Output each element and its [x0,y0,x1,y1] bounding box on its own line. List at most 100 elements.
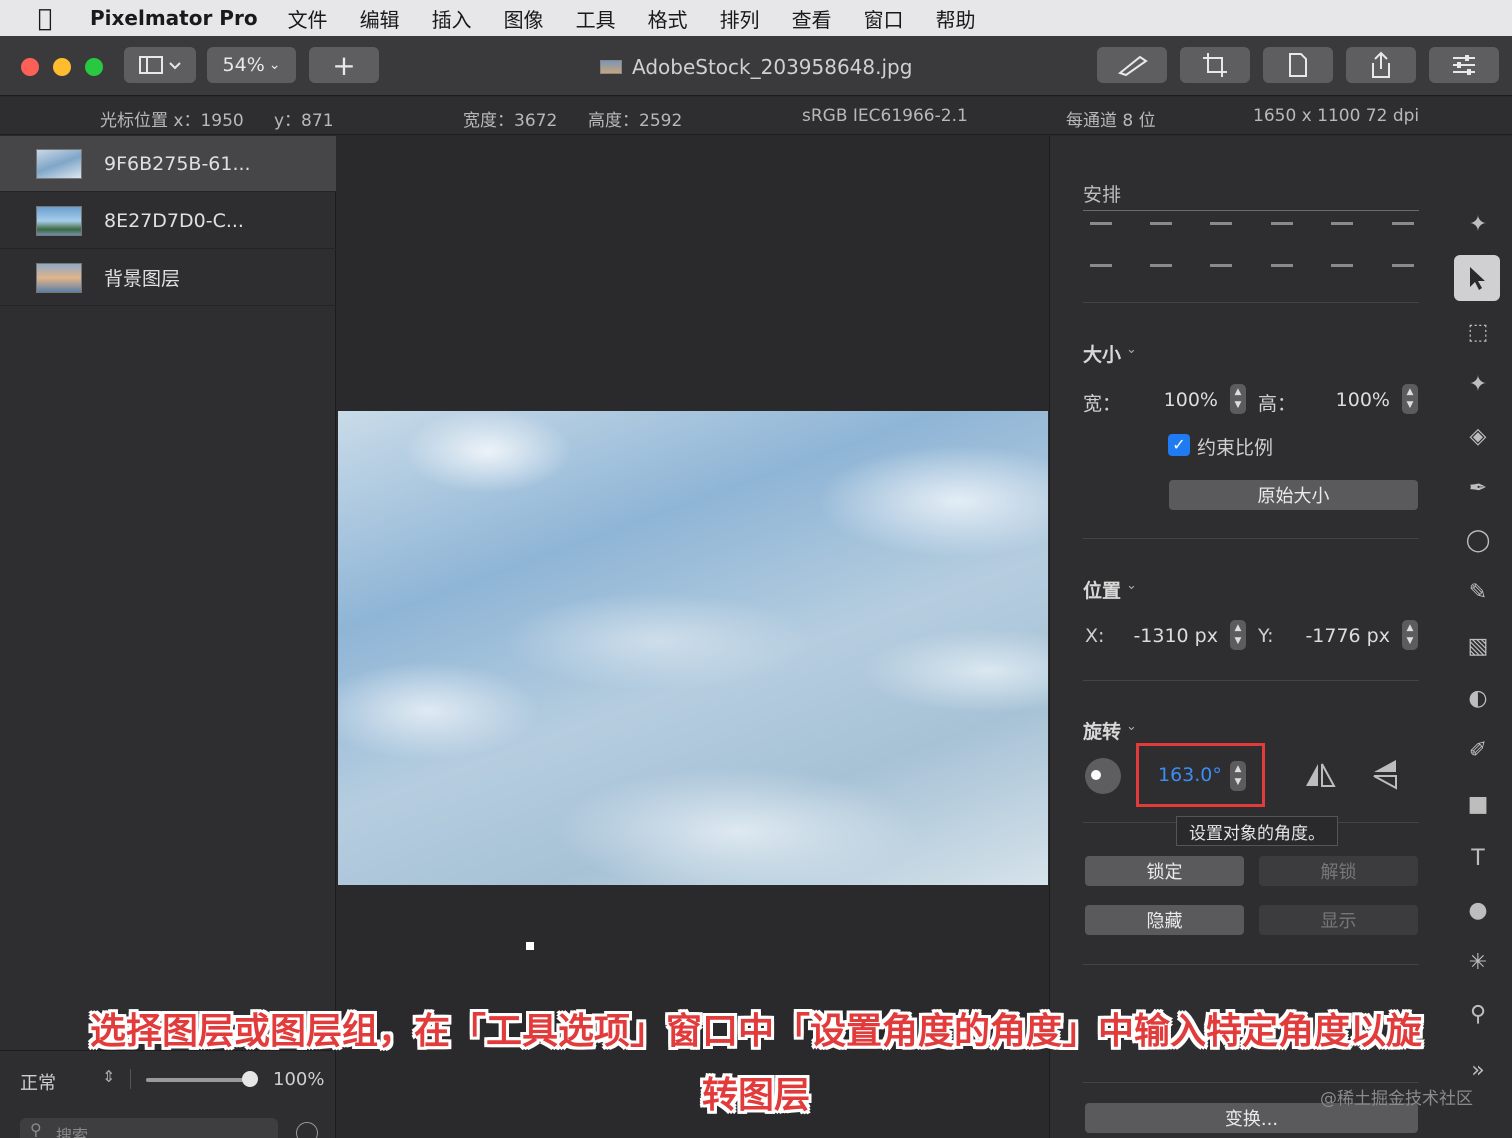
add-button[interactable]: + [309,47,379,83]
paint-tool-icon[interactable]: ✒ [1462,472,1494,504]
distribute-middle-icon[interactable] [1150,264,1172,278]
erase-tool-icon[interactable]: ✎ [1462,576,1494,608]
type-tool-icon[interactable]: T [1462,842,1494,874]
filter-icon[interactable] [296,1122,318,1138]
sidebar-toggle-button[interactable] [124,47,196,83]
height-stepper[interactable]: ▲ ▼ [1402,384,1418,414]
distribute-right-icon[interactable] [1392,264,1414,278]
flip-vertical-icon[interactable] [1370,758,1400,790]
layer-item[interactable]: 9F6B275B-61... [0,136,336,192]
width-field[interactable]: 100% [1140,389,1218,411]
menu-image[interactable]: 图像 [504,4,544,33]
chevron-down-icon[interactable]: ⌄ [1126,342,1137,357]
chevron-down-icon[interactable]: ⌄ [1126,719,1137,734]
align-top-icon[interactable] [1271,222,1293,236]
app-menu[interactable]: Pixelmator Pro [90,6,258,30]
pointer-icon [1470,267,1485,290]
cursor-x: 光标位置 x：1950 [100,111,244,131]
apple-icon[interactable]:  [0,4,90,32]
zoom-dropdown[interactable]: 54% ⌄ [207,47,296,83]
chevron-down-icon[interactable]: ⌄ [1126,578,1137,593]
selection-handle[interactable] [526,942,534,950]
divider [1083,210,1419,211]
height-field[interactable]: 100% [1310,389,1390,411]
distribute-top-icon[interactable] [1090,264,1112,278]
menu-window[interactable]: 窗口 [864,4,904,33]
x-stepper[interactable]: ▲ ▼ [1230,620,1246,650]
distribute-bottom-icon[interactable] [1210,264,1232,278]
menu-insert[interactable]: 插入 [432,4,472,33]
menu-view[interactable]: 查看 [792,4,832,33]
color-adjust-tool-icon[interactable]: ● [1462,894,1494,926]
align-center-icon[interactable] [1150,222,1172,236]
caption-line-1: 选择图层或图层组，在「工具选项」窗口中「设置角度的角度」中输入特定角度以旋 [89,1011,1422,1052]
layer-item[interactable]: 8E27D7D0-C... [0,193,336,249]
x-field[interactable]: -1310 px [1110,625,1218,647]
angle-field[interactable]: 163.0° [1158,764,1222,786]
unlock-button[interactable]: 解锁 [1259,856,1418,886]
align-bottom-icon[interactable] [1392,222,1414,236]
menu-arrange[interactable]: 排列 [720,4,760,33]
quick-selection-tool-icon[interactable]: ◈ [1462,420,1494,452]
share-icon [1372,51,1390,78]
arrange-tool-icon[interactable] [1454,255,1500,301]
position-title[interactable]: 位置 [1083,576,1121,603]
markup-button[interactable] [1097,47,1167,83]
fill-tool-icon[interactable]: ◯ [1462,524,1494,556]
zoom-window-button[interactable] [85,58,103,76]
close-window-button[interactable] [21,58,39,76]
y-label: Y: [1258,625,1274,647]
effects-tool-icon[interactable]: ✳ [1462,946,1494,978]
menu-tools[interactable]: 工具 [576,4,616,33]
minimize-window-button[interactable] [53,58,71,76]
shape-tool-icon[interactable]: ■ [1462,788,1494,820]
constrain-checkbox[interactable]: ✓ [1168,434,1190,456]
divider [1083,302,1419,303]
distribute-left-icon[interactable] [1271,264,1293,278]
crop-icon [1203,53,1227,77]
pen-tool-icon[interactable]: ✐ [1462,734,1494,766]
align-left-icon[interactable] [1090,222,1112,236]
align-middle-icon[interactable] [1331,222,1353,236]
sidebar-icon [139,56,181,74]
lock-button[interactable]: 锁定 [1085,856,1244,886]
hide-button[interactable]: 隐藏 [1085,905,1244,935]
adjustments-button[interactable] [1429,47,1499,83]
size-title[interactable]: 大小 [1083,340,1121,367]
menu-format[interactable]: 格式 [648,4,688,33]
layer-name: 8E27D7D0-C... [104,209,244,232]
menu-file[interactable]: 文件 [288,4,328,33]
distort-tool-icon[interactable]: ◐ [1462,682,1494,714]
y-field[interactable]: -1776 px [1280,625,1390,647]
layer-item[interactable]: 背景图层 [0,250,336,306]
lasso-tool-icon[interactable]: ✦ [1462,368,1494,400]
menu-help[interactable]: 帮助 [936,4,976,33]
document-button[interactable] [1263,47,1333,83]
align-right-icon[interactable] [1210,222,1232,236]
distribute-center-icon[interactable] [1331,264,1353,278]
rect-selection-tool-icon[interactable]: ⬚ [1462,316,1494,348]
layers-search-field[interactable]: ⚲ 搜索 [20,1118,278,1138]
image-layer-sky[interactable] [338,411,1048,885]
angle-stepper[interactable]: ▲ ▼ [1230,761,1246,791]
menu-edit[interactable]: 编辑 [360,4,400,33]
rotate-title[interactable]: 旋转 [1083,717,1121,744]
flip-horizontal-icon[interactable] [1304,760,1336,790]
height-label: 高： [1258,393,1297,415]
width-stepper[interactable]: ▲ ▼ [1230,384,1246,414]
y-stepper[interactable]: ▲ ▼ [1402,620,1418,650]
cursor-y: y：871 [274,111,334,131]
layer-name: 9F6B275B-61... [104,152,251,175]
layer-thumbnail [36,262,82,293]
pen-icon [1117,55,1148,77]
style-tool-icon[interactable]: ✦ [1462,208,1494,240]
menu-bar:  Pixelmator Pro 文件 编辑 插入 图像 工具 格式 排列 查看… [0,0,1512,36]
show-button[interactable]: 显示 [1259,905,1418,935]
crop-button[interactable] [1180,47,1250,83]
color-profile: sRGB IEC61966-2.1 [802,106,968,126]
share-button[interactable] [1346,47,1416,83]
document-icon [1289,53,1307,77]
image-width: 宽度：3672 [463,111,558,131]
original-size-button[interactable]: 原始大小 [1169,480,1418,510]
retouch-tool-icon[interactable]: ▧ [1462,630,1494,662]
